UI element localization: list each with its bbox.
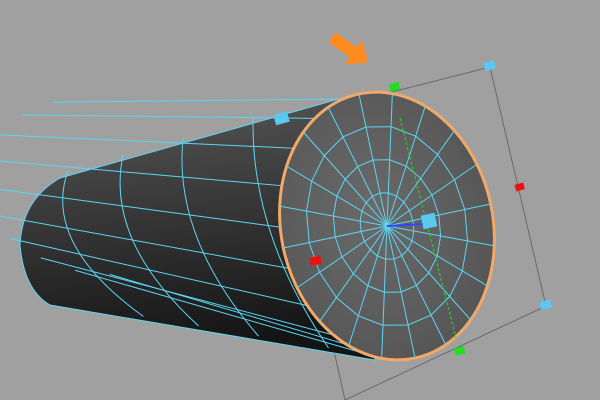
3d-viewport[interactable]	[0, 0, 600, 400]
manipulator-center-handle[interactable]	[420, 212, 438, 230]
